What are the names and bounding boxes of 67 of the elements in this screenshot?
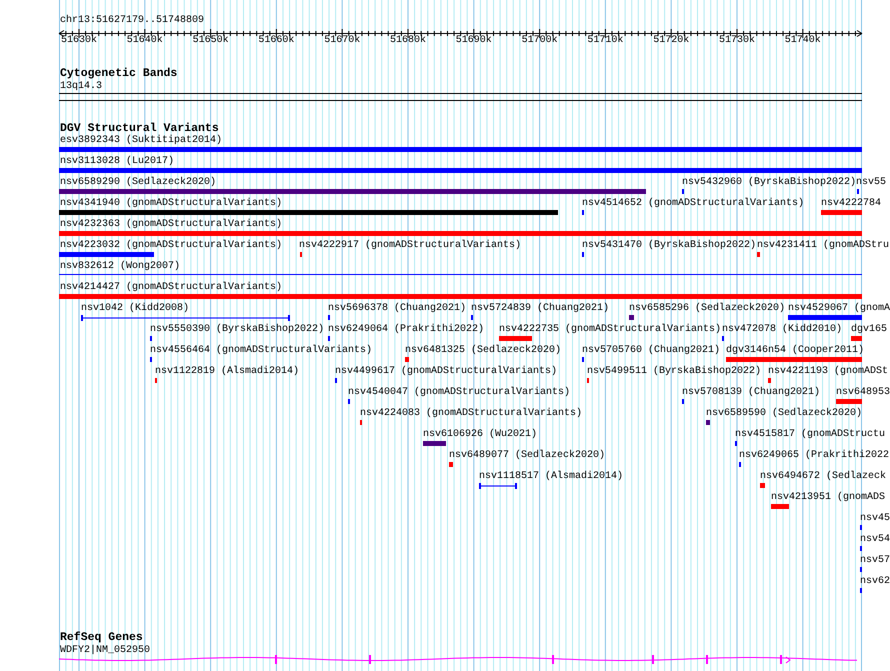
variant-label: nsv4214427 (gnomADStructuralVariants) xyxy=(60,282,282,293)
variant-label: nsv45 xyxy=(860,513,890,524)
location-label: chr13:51627179..51748809 xyxy=(60,15,204,26)
variant-label: nsv5499511 (ByrskaBishop2022) xyxy=(587,366,762,377)
ruler-tick-label: 51640k xyxy=(126,35,163,46)
variant-label: nsv648953 xyxy=(836,387,890,398)
variant-label: nsv57 xyxy=(860,555,890,566)
variant-label: dgv165 xyxy=(851,324,888,335)
variant-label: nsv5432960 (ByrskaBishop2022) xyxy=(682,177,856,188)
variant-label: nsv6494672 (Sedlazeck xyxy=(760,471,886,482)
variant-label: nsv6249065 (Prakrithi2022 xyxy=(739,450,890,461)
variant-label: dgv3146n54 (Cooper2011) xyxy=(726,345,864,356)
variant-label: nsv4222784 xyxy=(821,198,882,209)
ruler-tick-label: 51650k xyxy=(192,35,229,46)
variant-label: nsv54 xyxy=(860,534,890,545)
track-title: DGV Structural Variants xyxy=(60,122,219,135)
band-label: 13q14.3 xyxy=(60,81,102,92)
variant-label: nsv62 xyxy=(860,576,890,587)
variant-label: nsv1122819 (Alsmadi2014) xyxy=(155,366,300,377)
variant-label: nsv6481325 (Sedlazeck2020) xyxy=(405,345,562,356)
variant-label: nsv4213951 (gnomADS xyxy=(771,492,886,503)
variant-label: nsv4231411 (gnomADStru xyxy=(757,240,890,251)
variant-label: nsv4514652 (gnomADStructuralVariants) xyxy=(582,198,804,209)
ruler-tick-label: 51740k xyxy=(784,35,821,46)
variant-label: nsv1118517 (Alsmadi2014) xyxy=(479,471,624,482)
variant-label: nsv5431470 (ByrskaBishop2022) xyxy=(582,240,756,251)
variant-label: nsv4222917 (gnomADStructuralVariants) xyxy=(299,240,522,251)
variant-label: nsv55 xyxy=(856,177,886,188)
ruler-tick-label: 51730k xyxy=(719,35,756,46)
variant-label: nsv4221193 (gnomADSt xyxy=(768,366,888,377)
variant-label: nsv5550390 (ByrskaBishop2022) xyxy=(150,324,324,335)
variant-label: nsv3113028 (Lu2017) xyxy=(60,156,174,167)
variant-label: nsv4222735 (gnomADStructuralVariants) xyxy=(499,324,722,335)
ruler-tick-label: 51660k xyxy=(258,35,294,46)
ruler-tick-label: 51630k xyxy=(61,35,98,46)
variant-label: nsv4529067 (gnomA xyxy=(788,303,890,314)
variant-label: nsv6249064 (Prakrithi2022) xyxy=(328,324,484,335)
variant-label: nsv6489077 (Sedlazeck2020) xyxy=(449,450,606,461)
variant-label: nsv4232363 (gnomADStructuralVariants) xyxy=(60,219,282,230)
variant-label: nsv832612 (Wong2007) xyxy=(60,261,180,272)
ruler-tick-label: 51690k xyxy=(456,35,492,46)
ruler-tick-label: 51710k xyxy=(587,35,624,46)
ruler-tick-label: 51700k xyxy=(522,35,558,46)
variant-label: nsv4540047 (gnomADStructuralVariants) xyxy=(348,387,570,398)
variant-label: nsv5696378 (Chuang2021) xyxy=(328,303,466,314)
track-title: Cytogenetic Bands xyxy=(60,67,178,80)
variant-label: nsv4224083 (gnomADStructuralVariants) xyxy=(360,408,582,419)
variant-label: nsv1042 (Kidd2008) xyxy=(81,303,190,314)
variant-label: nsv5705760 (Chuang2021) xyxy=(582,345,720,356)
variant-label: nsv6585296 (Sedlazeck2020) xyxy=(629,303,786,314)
variant-label: nsv5708139 (Chuang2021) xyxy=(682,387,820,398)
ruler-tick-label: 51670k xyxy=(324,35,360,46)
ruler-tick-label: 51680k xyxy=(390,35,426,46)
track-title: RefSeq Genes xyxy=(60,631,143,644)
gene-label: WDFY2|NM_052950 xyxy=(60,645,150,656)
variant-label: nsv6589590 (Sedlazeck2020) xyxy=(706,408,862,419)
variant-label: nsv472078 (Kidd2010) xyxy=(722,324,842,335)
variant-label: esv3892343 (Suktitipat2014) xyxy=(60,135,222,146)
variant-label: nsv4341940 (gnomADStructuralVariants) xyxy=(60,198,282,209)
ruler-tick-label: 51720k xyxy=(653,35,690,46)
variant-label: nsv6589290 (Sedlazeck2020) xyxy=(60,177,216,188)
variant-label: nsv6106926 (Wu2021) xyxy=(423,429,538,440)
variant-label: nsv4499617 (gnomADStructuralVariants) xyxy=(335,366,558,377)
variant-label: nsv5724839 (Chuang2021) xyxy=(471,303,610,314)
variant-label: nsv4556464 (gnomADStructuralVariants) xyxy=(150,345,372,356)
variant-label: nsv4515817 (gnomADStructu xyxy=(735,429,886,440)
variant-label: nsv4223032 (gnomADStructuralVariants) xyxy=(60,240,282,251)
